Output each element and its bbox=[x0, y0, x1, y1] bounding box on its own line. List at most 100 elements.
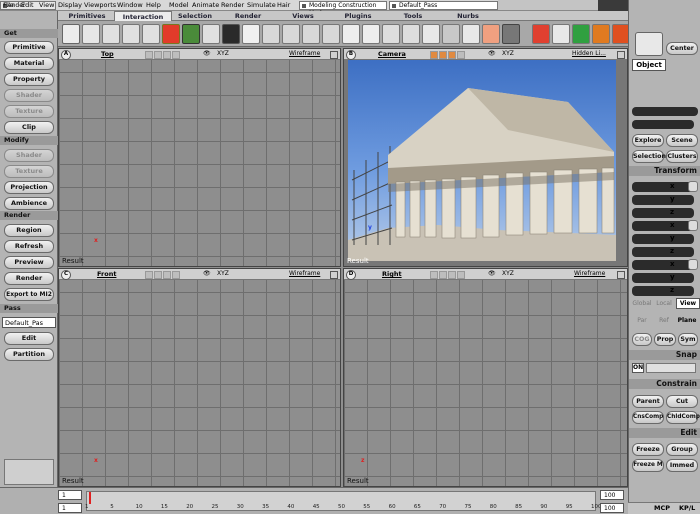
vp-a-xyz-text[interactable]: XYZ bbox=[217, 49, 229, 59]
timeline-start2-field[interactable]: 1 bbox=[58, 503, 82, 513]
rotate-tool-icon[interactable] bbox=[102, 24, 120, 44]
center-button[interactable]: Center bbox=[666, 42, 698, 55]
pass-select-left[interactable]: Default_Pas bbox=[2, 317, 56, 328]
vp-c-square-1[interactable] bbox=[145, 271, 153, 279]
layout-icons[interactable] bbox=[4, 459, 54, 485]
cube-grey-icon[interactable] bbox=[442, 24, 460, 44]
get-texture-button[interactable]: Texture bbox=[4, 105, 54, 118]
viewport-camera-name[interactable]: Camera bbox=[378, 49, 406, 59]
target-icon[interactable] bbox=[282, 24, 300, 44]
scale-y-field[interactable] bbox=[632, 195, 694, 205]
tab-views[interactable]: Views bbox=[278, 11, 328, 21]
mcp-tab[interactable]: MCP bbox=[654, 504, 670, 512]
timeline-playhead[interactable] bbox=[89, 492, 91, 504]
transform-box-icon[interactable] bbox=[302, 24, 320, 44]
selection-field-1[interactable] bbox=[632, 107, 698, 116]
ambience-button[interactable]: Ambience bbox=[4, 197, 54, 210]
viewport-camera-letter[interactable]: B bbox=[346, 50, 356, 60]
scene-button[interactable]: Scene bbox=[666, 134, 698, 147]
refresh-button[interactable]: Refresh bbox=[4, 240, 54, 253]
property-button[interactable]: Property bbox=[4, 73, 54, 86]
vp-b-square-4[interactable] bbox=[457, 51, 465, 59]
vp-b-eye-icon[interactable]: 👁 bbox=[488, 49, 496, 59]
cube-color-icon[interactable] bbox=[482, 24, 500, 44]
vp-a-square-1[interactable] bbox=[145, 51, 153, 59]
menu-hair[interactable]: Hair bbox=[277, 1, 290, 10]
menu-edit[interactable]: Edit bbox=[21, 1, 34, 10]
tab-plugins[interactable]: Plugins bbox=[333, 11, 383, 21]
axis-icon[interactable] bbox=[552, 24, 570, 44]
menu-file-visible[interactable]: File bbox=[3, 1, 14, 10]
viewport-right-mode[interactable]: Wireframe bbox=[574, 269, 605, 279]
scale-tool-icon[interactable] bbox=[122, 24, 140, 44]
rotate-z-field[interactable] bbox=[632, 247, 694, 257]
snap-icons[interactable] bbox=[646, 363, 696, 373]
projection-button[interactable]: Projection bbox=[4, 181, 54, 194]
tab-selection[interactable]: Selection bbox=[170, 11, 220, 21]
cone-icon[interactable] bbox=[142, 24, 160, 44]
cursor-select-icon[interactable] bbox=[635, 32, 663, 56]
ref-plane[interactable]: Plane bbox=[676, 316, 698, 325]
clip-button[interactable]: Clip bbox=[4, 121, 54, 134]
freeze-button[interactable]: Freeze bbox=[632, 443, 664, 456]
ref-view[interactable]: View bbox=[676, 298, 700, 309]
region-button[interactable]: Region bbox=[4, 224, 54, 237]
group-button[interactable]: Group bbox=[666, 443, 698, 456]
object-tab[interactable]: Object bbox=[632, 59, 666, 71]
vp-d-square-4[interactable] bbox=[457, 271, 465, 279]
vp-d-maximize-icon[interactable] bbox=[617, 271, 625, 279]
viewport-top-mode[interactable]: Wireframe bbox=[289, 49, 320, 59]
vp-b-xyz-text[interactable]: XYZ bbox=[502, 49, 514, 59]
vp-a-square-2[interactable] bbox=[154, 51, 162, 59]
immed-button[interactable]: Immed bbox=[666, 459, 698, 472]
viewport-top-name[interactable]: Top bbox=[101, 49, 114, 59]
modify-texture-button[interactable]: Texture bbox=[4, 165, 54, 178]
menu-help[interactable]: Help bbox=[146, 1, 161, 10]
timeline-start-field[interactable]: 1 bbox=[58, 490, 82, 500]
viewport-camera-mode[interactable]: Hidden Li... bbox=[572, 49, 606, 59]
get-shader-button[interactable]: Shader bbox=[4, 89, 54, 102]
viewport-front-name[interactable]: Front bbox=[97, 269, 116, 279]
sym-button[interactable]: Sym bbox=[678, 333, 698, 346]
vp-b-square-2[interactable] bbox=[439, 51, 447, 59]
translate-z-field[interactable] bbox=[632, 286, 694, 296]
tab-nurbs[interactable]: Nurbs bbox=[443, 11, 493, 21]
menu-model[interactable]: Model bbox=[169, 1, 189, 10]
vp-c-xyz-text[interactable]: XYZ bbox=[217, 269, 229, 279]
vp-a-square-3[interactable] bbox=[163, 51, 171, 59]
path-icon[interactable] bbox=[402, 24, 420, 44]
clusters-button[interactable]: Clusters bbox=[666, 150, 698, 163]
rotate-x-field[interactable] bbox=[632, 221, 694, 231]
vp-c-square-2[interactable] bbox=[154, 271, 162, 279]
vp-d-square-3[interactable] bbox=[448, 271, 456, 279]
partition-button[interactable]: Partition bbox=[4, 348, 54, 361]
scale-icon[interactable] bbox=[688, 181, 698, 192]
help-icon[interactable] bbox=[532, 24, 550, 44]
tab-tools[interactable]: Tools bbox=[388, 11, 438, 21]
vp-c-eye-icon[interactable]: 👁 bbox=[203, 269, 211, 279]
cd-tool-icon[interactable] bbox=[322, 24, 340, 44]
vp-d-eye-icon[interactable]: 👁 bbox=[488, 269, 496, 279]
cube-wire-icon[interactable] bbox=[462, 24, 480, 44]
bezier-icon[interactable] bbox=[362, 24, 380, 44]
ref-global[interactable]: Global bbox=[631, 299, 653, 308]
freeze-m-button[interactable]: Freeze M bbox=[632, 459, 664, 472]
translate-tool-icon[interactable] bbox=[82, 24, 100, 44]
cube-light-icon[interactable] bbox=[422, 24, 440, 44]
export-mi2-button[interactable]: Export to MI2 bbox=[4, 288, 54, 301]
pass-edit-button[interactable]: Edit bbox=[4, 332, 54, 345]
translate-x-field[interactable] bbox=[632, 260, 694, 270]
rotate-y-field[interactable] bbox=[632, 234, 694, 244]
dark-node-icon[interactable] bbox=[222, 24, 240, 44]
network-icon[interactable] bbox=[382, 24, 400, 44]
vp-b-maximize-icon[interactable] bbox=[617, 51, 625, 59]
menu-window[interactable]: Window bbox=[117, 1, 143, 10]
prop-button[interactable]: Prop bbox=[654, 333, 676, 346]
viewport-right[interactable]: D Right 👁 XYZ Wireframe z Result bbox=[343, 268, 628, 487]
grid-tool-icon[interactable] bbox=[182, 24, 200, 44]
snap-target-icon[interactable] bbox=[572, 24, 590, 44]
viewport-front-mode[interactable]: Wireframe bbox=[289, 269, 320, 279]
ref-ref[interactable]: Ref bbox=[654, 316, 674, 325]
vp-c-maximize-icon[interactable] bbox=[330, 271, 338, 279]
spin-icon[interactable] bbox=[342, 24, 360, 44]
